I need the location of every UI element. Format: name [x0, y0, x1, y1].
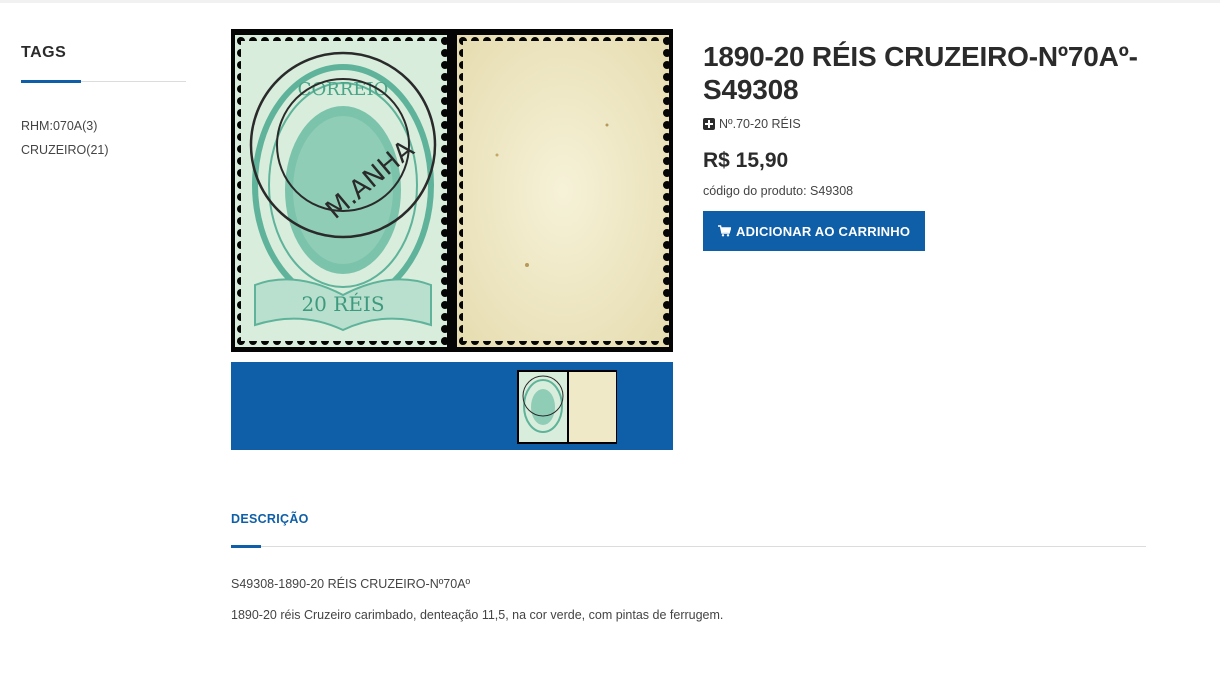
description-line: 1890-20 réis Cruzeiro carimbado, denteaç… [231, 608, 724, 622]
thumbnail-back-image [569, 372, 616, 442]
product-title: 1890-20 RÉIS CRUZEIRO-Nº70Aº-S49308 [703, 41, 1138, 105]
tag-link-cruzeiro[interactable]: CRUZEIRO(21) [21, 143, 109, 157]
description-body: S49308-1890-20 RÉIS CRUZEIRO-Nº70Aº 1890… [231, 576, 1146, 623]
product-category-label: Nº.70-20 RÉIS [719, 117, 801, 131]
stamp-text-value: 20 RÉIS [301, 292, 384, 316]
stamp-text-correio: CORREIO [298, 79, 389, 100]
product-sku: código do produto: S49308 [703, 184, 854, 198]
sidebar-divider [21, 80, 186, 83]
description-divider [231, 545, 1146, 548]
sidebar: TAGS RHM:070A(3) CRUZEIRO(21) [21, 44, 186, 162]
plus-square-icon [703, 118, 715, 130]
tag-link-rhm070a[interactable]: RHM:070A(3) [21, 119, 97, 133]
product-price: R$ 15,90 [703, 149, 789, 172]
tab-description[interactable]: DESCRIÇÃO [231, 512, 309, 526]
sidebar-heading: TAGS [21, 44, 67, 61]
top-border [0, 0, 1220, 3]
product-info: 1890-20 RÉIS CRUZEIRO-Nº70Aº-S49308 Nº.7… [703, 40, 1183, 251]
shopping-cart-icon [718, 225, 731, 237]
product-main-image[interactable]: CORREIO 20 RÉIS M.ANHA [231, 29, 673, 352]
product-category[interactable]: Nº.70-20 RÉIS [703, 117, 1183, 131]
tag-item: CRUZEIRO(21) [21, 138, 186, 162]
stamp-front-image: CORREIO 20 RÉIS M.ANHA [235, 35, 447, 347]
product-thumbnail[interactable] [517, 370, 617, 444]
add-to-cart-label: ADICIONAR AO CARRINHO [736, 223, 911, 239]
add-to-cart-button[interactable]: ADICIONAR AO CARRINHO [703, 211, 926, 251]
thumbnail-strip [231, 362, 673, 450]
thumbnail-front-image [519, 372, 567, 442]
stamp-back-image [457, 35, 669, 347]
tag-list: RHM:070A(3) CRUZEIRO(21) [21, 114, 186, 162]
description-tabs: DESCRIÇÃO [231, 510, 1146, 548]
tag-item: RHM:070A(3) [21, 114, 186, 138]
description-line: S49308-1890-20 RÉIS CRUZEIRO-Nº70Aº [231, 577, 471, 591]
